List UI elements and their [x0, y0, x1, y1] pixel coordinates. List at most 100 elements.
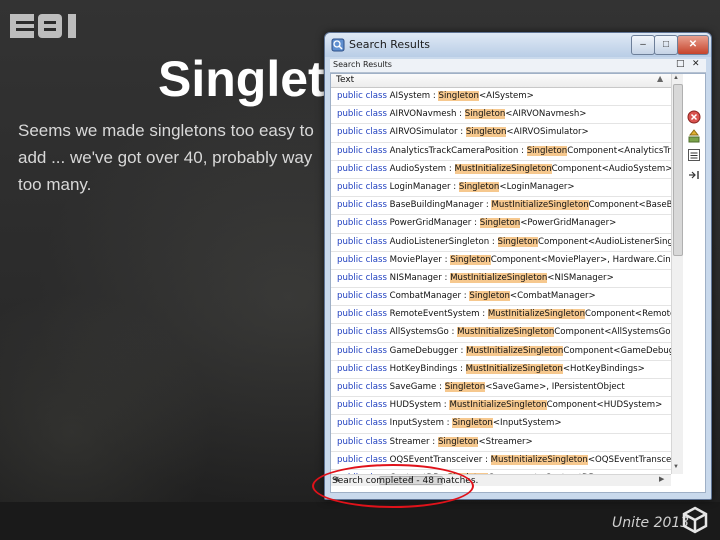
- side-toolbar: [684, 74, 704, 194]
- vertical-scrollbar[interactable]: ▲ ▼: [671, 74, 683, 474]
- results-list[interactable]: Text ▲ public class AISystem : Singleton…: [331, 74, 671, 474]
- export-icon[interactable]: [687, 129, 701, 143]
- column-header-text[interactable]: Text ▲: [331, 74, 671, 88]
- result-match-highlight: Singleton: [465, 127, 507, 138]
- result-row[interactable]: public class AnalyticsTrackCameraPositio…: [331, 143, 671, 161]
- result-rest: Component<AudioSystem>: [551, 163, 671, 174]
- result-class-name: GameDebugger :: [389, 345, 464, 356]
- result-rest: Component<HUDSystem>: [546, 400, 663, 411]
- result-row[interactable]: public class NISManager : MustInitialize…: [331, 270, 671, 289]
- result-row[interactable]: public class BaseBuildingManager : MustI…: [331, 197, 671, 216]
- result-row[interactable]: public class PowerGridManager : Singleto…: [331, 215, 671, 234]
- scroll-right-icon[interactable]: ▶: [659, 475, 664, 483]
- result-class-name: LoginManager :: [389, 181, 457, 192]
- results-panel: Text ▲ public class AISystem : Singleton…: [330, 73, 706, 493]
- result-row[interactable]: public class AudioSystem : MustInitializ…: [331, 161, 671, 179]
- panel-label: Search Results: [333, 60, 392, 69]
- result-match-highlight: MustInitializeSingleton: [465, 363, 563, 374]
- result-row[interactable]: public class InputSystem : Singleton<Inp…: [331, 415, 671, 434]
- result-keyword: public class: [337, 291, 387, 302]
- result-match-highlight: Singleton: [497, 236, 539, 247]
- result-keyword: public class: [337, 127, 387, 138]
- result-rest: <PowerGridManager>: [520, 218, 617, 229]
- result-rest: Component<GameDebugger>: [563, 345, 671, 356]
- result-row[interactable]: public class AudioListenerSingleton : Si…: [331, 234, 671, 252]
- scroll-up-icon[interactable]: ▲: [673, 75, 679, 81]
- result-row[interactable]: public class CombatManager : Singleton<C…: [331, 288, 671, 307]
- result-keyword: public class: [337, 145, 387, 156]
- result-row[interactable]: public class AIRVOSimulator : Singleton<…: [331, 124, 671, 143]
- result-rest: Component<AnalyticsTrackC: [567, 145, 671, 156]
- result-match-highlight: MustInitializeSingleton: [491, 200, 589, 211]
- result-rest: <AIRVONavmesh>: [505, 109, 587, 120]
- result-row[interactable]: public class HUDSystem : MustInitializeS…: [331, 397, 671, 416]
- stop-icon[interactable]: [687, 110, 701, 124]
- collapse-icon[interactable]: [687, 168, 701, 182]
- result-keyword: public class: [337, 327, 387, 338]
- result-keyword: public class: [337, 218, 387, 229]
- result-rest: <AISystem>: [478, 91, 534, 101]
- maximize-button[interactable]: □: [654, 35, 678, 55]
- column-header-label: Text: [336, 75, 355, 85]
- result-rest: Component<MoviePlayer>, Hardware.Cinemat: [490, 254, 671, 265]
- result-row[interactable]: public class AllSystemsGo : MustInitiali…: [331, 324, 671, 343]
- result-rest: Component<AudioListenerSingletor: [538, 236, 671, 247]
- pin-icon[interactable]: □: [676, 59, 685, 69]
- result-keyword: public class: [337, 181, 387, 192]
- result-class-name: AISystem :: [389, 91, 436, 101]
- result-match-highlight: Singleton: [526, 145, 568, 156]
- result-class-name: AudioListenerSingleton :: [389, 236, 495, 247]
- result-keyword: public class: [337, 200, 387, 211]
- close-button[interactable]: ✕: [677, 35, 709, 55]
- result-row[interactable]: public class RemoteEventSystem : MustIni…: [331, 306, 671, 325]
- result-row[interactable]: public class MoviePlayer : SingletonComp…: [331, 252, 671, 270]
- scroll-down-icon[interactable]: ▼: [673, 464, 679, 470]
- result-class-name: NISManager :: [389, 272, 448, 283]
- search-results-window: Search Results – □ ✕ Search Results □ ✕ …: [324, 32, 712, 500]
- result-match-highlight: Singleton: [450, 254, 491, 265]
- result-rest: <AIRVOSimulator>: [506, 127, 589, 138]
- result-class-name: HotKeyBindings :: [389, 363, 463, 374]
- result-class-name: SaveGame :: [389, 382, 442, 392]
- company-logo: [10, 12, 94, 40]
- result-rest: Component<AllSystemsGo>: [554, 327, 671, 338]
- result-match-highlight: Singleton: [452, 418, 493, 429]
- result-match-highlight: Singleton: [469, 291, 510, 302]
- result-row[interactable]: public class HotKeyBindings : MustInitia…: [331, 361, 671, 379]
- result-row[interactable]: public class SaveGame : Singleton<SaveGa…: [331, 379, 671, 398]
- result-match-highlight: MustInitializeSingleton: [466, 345, 564, 356]
- result-keyword: public class: [337, 109, 387, 120]
- panel-close-icon[interactable]: ✕: [692, 59, 700, 69]
- result-keyword: public class: [337, 400, 387, 411]
- result-match-highlight: Singleton: [438, 91, 479, 101]
- result-class-name: AIRVOSimulator :: [389, 127, 464, 138]
- result-keyword: public class: [337, 309, 387, 320]
- result-class-name: PowerGridManager :: [389, 218, 477, 229]
- list-icon[interactable]: [687, 148, 701, 162]
- result-keyword: public class: [337, 163, 387, 174]
- result-match-highlight: MustInitializeSingleton: [487, 309, 586, 320]
- result-match-highlight: Singleton: [479, 218, 521, 229]
- result-keyword: public class: [337, 363, 387, 374]
- result-match-highlight: MustInitializeSingleton: [454, 163, 552, 174]
- minimize-button[interactable]: –: [631, 35, 655, 55]
- window-titlebar[interactable]: Search Results – □ ✕: [325, 33, 711, 57]
- result-row[interactable]: public class GameDebugger : MustInitiali…: [331, 343, 671, 361]
- result-keyword: public class: [337, 382, 387, 392]
- footer-event-name: Unite 2013: [612, 515, 690, 531]
- result-row[interactable]: public class LoginManager : Singleton<Lo…: [331, 179, 671, 198]
- result-match-highlight: Singleton: [464, 109, 506, 120]
- result-rest: <OQSEventTransceiver>: [587, 454, 671, 465]
- result-row[interactable]: public class Streamer : Singleton<Stream…: [331, 434, 671, 452]
- vertical-scroll-thumb[interactable]: [673, 84, 683, 256]
- result-rest: <NISManager>: [547, 272, 614, 283]
- result-keyword: public class: [337, 91, 387, 101]
- result-keyword: public class: [337, 236, 387, 247]
- result-match-highlight: MustInitializeSingleton: [450, 272, 548, 283]
- result-keyword: public class: [337, 254, 387, 265]
- result-match-highlight: MustInitializeSingleton: [457, 327, 555, 338]
- result-match-highlight: MustInitializeSingleton: [490, 454, 588, 465]
- result-row[interactable]: public class AIRVONavmesh : Singleton<AI…: [331, 106, 671, 125]
- result-row[interactable]: public class AISystem : Singleton<AISyst…: [331, 88, 671, 107]
- result-class-name: MoviePlayer :: [389, 254, 448, 265]
